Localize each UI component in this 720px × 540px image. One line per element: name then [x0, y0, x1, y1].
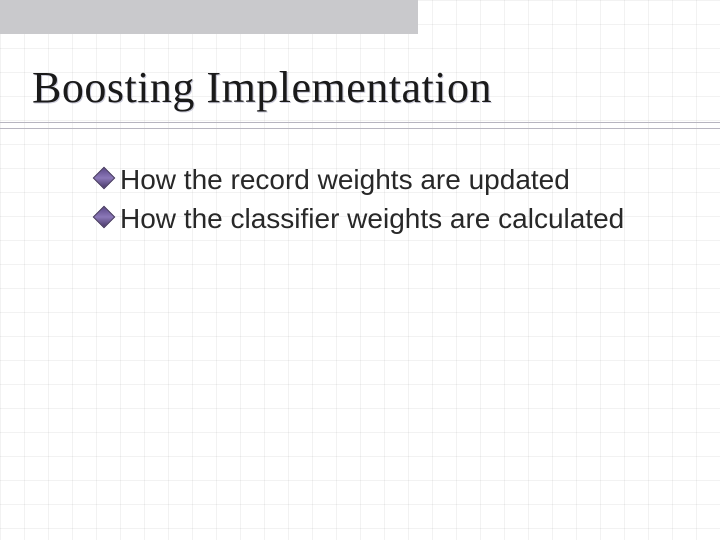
- list-item: How the record weights are updated: [96, 162, 648, 197]
- list-item: How the classifier weights are calculate…: [96, 201, 648, 236]
- list-item-text: How the record weights are updated: [120, 162, 570, 197]
- bullet-list: How the record weights are updated How t…: [96, 162, 648, 240]
- title-underline-bottom: [0, 128, 720, 129]
- title-underline-top: [0, 122, 720, 123]
- slide-content: Boosting Implementation How the record w…: [0, 0, 720, 540]
- diamond-bullet-icon: [93, 206, 116, 229]
- slide-title: Boosting Implementation: [32, 62, 492, 113]
- diamond-bullet-icon: [93, 167, 116, 190]
- list-item-text: How the classifier weights are calculate…: [120, 201, 624, 236]
